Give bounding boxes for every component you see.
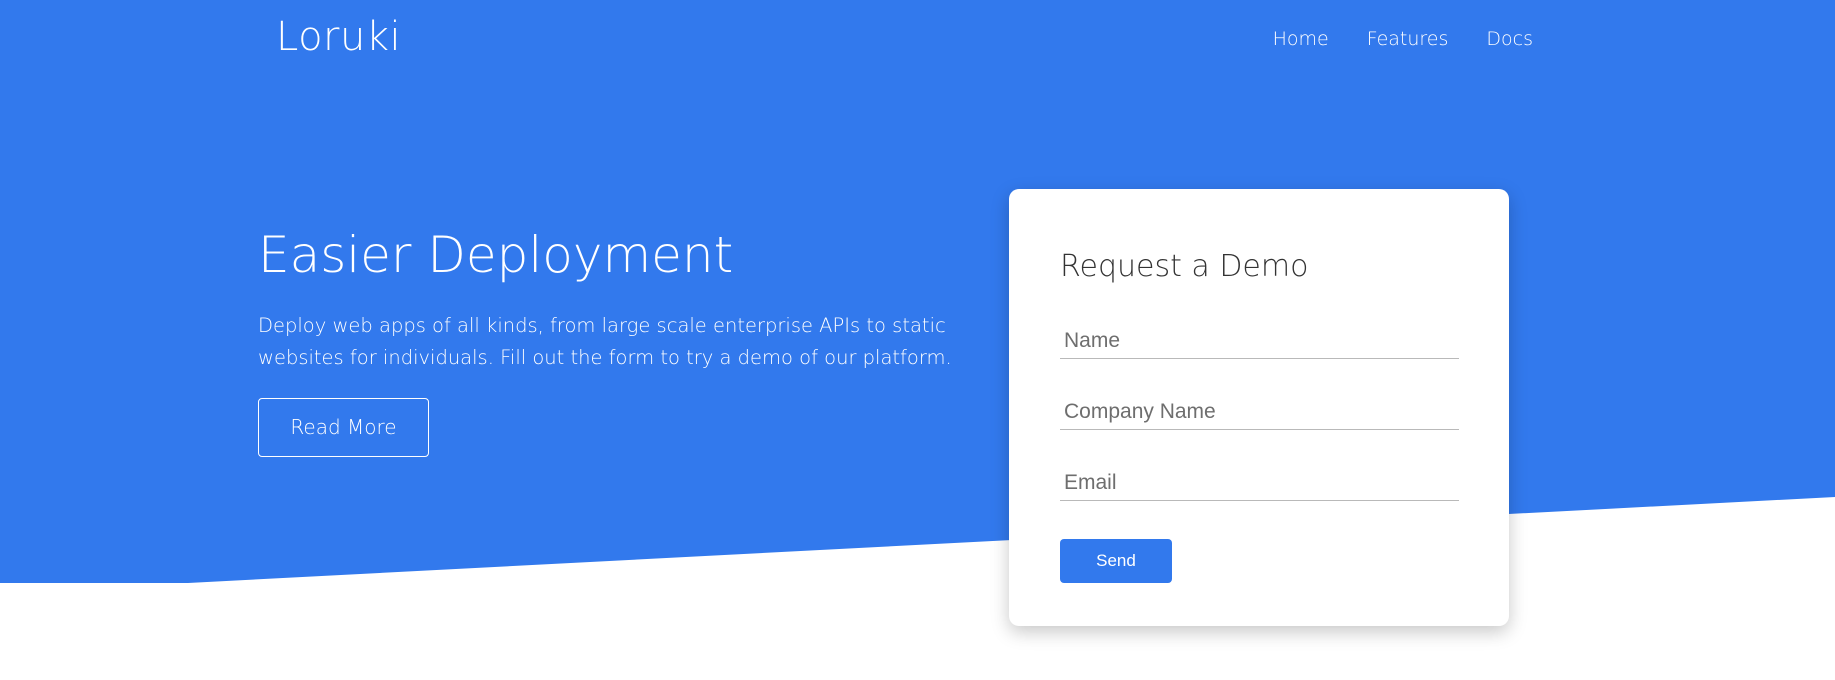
email-input[interactable] <box>1060 465 1459 501</box>
nav-item-docs: Docs <box>1486 28 1533 50</box>
form-title: Request a Demo <box>1060 249 1309 284</box>
brand-logo[interactable]: Loruki <box>276 14 401 60</box>
nav-link-features[interactable]: Features <box>1367 28 1449 50</box>
nav-links: Home Features Docs <box>1273 28 1533 50</box>
send-button[interactable]: Send <box>1060 539 1172 583</box>
name-input[interactable] <box>1060 323 1459 359</box>
nav-item-home: Home <box>1273 28 1329 50</box>
page: Loruki Home Features Docs Easier Deploym… <box>0 0 1835 680</box>
nav-item-features: Features <box>1367 28 1449 50</box>
navbar: Loruki Home Features Docs <box>0 0 1835 80</box>
read-more-button[interactable]: Read More <box>258 398 429 457</box>
nav-link-docs[interactable]: Docs <box>1486 28 1533 50</box>
hero-description: Deploy web apps of all kinds, from large… <box>258 314 952 369</box>
hero-content: Easier Deployment Deploy web apps of all… <box>258 222 998 457</box>
nav-link-home[interactable]: Home <box>1273 28 1329 50</box>
hero-title: Easier Deployment <box>258 226 734 284</box>
company-name-input[interactable] <box>1060 394 1459 430</box>
